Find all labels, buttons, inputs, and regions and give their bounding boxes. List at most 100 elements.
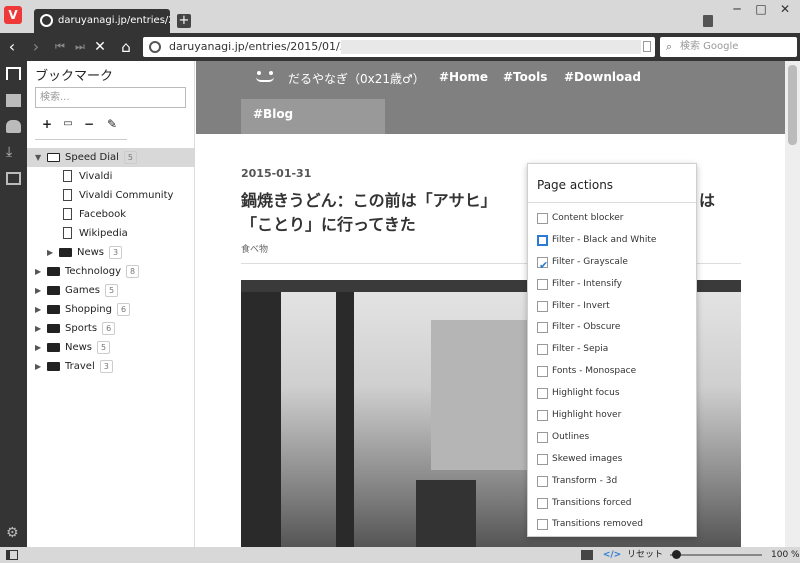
post-title-line-2[interactable]: 「ことり」に行ってきた xyxy=(241,211,416,235)
nav-blog-link[interactable]: #Blog (daruyanagi.jp) xyxy=(241,99,385,151)
bookmarks-panel-icon[interactable] xyxy=(6,67,21,80)
page-action-checkbox[interactable]: ✔ xyxy=(537,256,548,271)
page-action-item[interactable]: Filter - Sepia xyxy=(537,339,692,361)
search-placeholder[interactable]: 検索 Google xyxy=(680,37,738,57)
bookmark-row[interactable]: ▶ Travel 3 xyxy=(27,357,195,376)
page-action-item[interactable]: Skewed images xyxy=(537,449,692,471)
site-info-icon[interactable] xyxy=(149,41,161,53)
expand-caret-icon[interactable]: ▶ xyxy=(35,262,41,281)
page-action-checkbox[interactable] xyxy=(537,322,548,334)
page-actions-button[interactable]: </> xyxy=(602,547,622,563)
page-action-item[interactable]: Filter - Obscure xyxy=(537,317,692,339)
zoom-slider-track[interactable] xyxy=(670,554,762,556)
bookmark-label[interactable]: News 5 xyxy=(65,338,111,357)
page-action-checkbox[interactable] xyxy=(537,410,548,422)
nav-download-link[interactable]: #Download xyxy=(564,70,641,84)
page-action-checkbox[interactable] xyxy=(537,344,548,356)
zoom-slider-handle[interactable] xyxy=(672,550,681,559)
page-action-checkbox[interactable] xyxy=(537,366,548,378)
remove-bookmark-button[interactable]: − xyxy=(80,116,98,132)
bookmark-row[interactable]: ▶ Shopping 6 xyxy=(27,300,195,319)
page-action-checkbox[interactable] xyxy=(537,519,548,531)
bookmark-row[interactable]: ▶ News 5 xyxy=(27,338,195,357)
mail-panel-icon[interactable] xyxy=(6,94,21,107)
page-action-item[interactable]: Content blocker xyxy=(537,208,692,230)
vivaldi-menu-icon[interactable]: V xyxy=(4,6,22,24)
page-action-checkbox[interactable] xyxy=(537,497,548,509)
bookmark-row[interactable]: ▶ Technology 8 xyxy=(27,262,195,281)
expand-caret-icon[interactable]: ▶ xyxy=(47,243,53,262)
site-name-link[interactable]: だるやなぎ（0x21歳♂） xyxy=(288,70,425,87)
bookmark-label[interactable]: Technology 8 xyxy=(65,262,140,281)
page-action-checkbox[interactable] xyxy=(537,453,548,465)
rewind-icon[interactable]: ⏮ xyxy=(50,37,70,57)
page-scrollbar[interactable] xyxy=(785,61,800,547)
page-action-item[interactable]: Filter - Intensify xyxy=(537,274,692,296)
zoom-reset-button[interactable]: リセット xyxy=(627,547,663,563)
page-action-item[interactable]: Transitions forced xyxy=(537,493,692,515)
tab-active[interactable]: daruyanagi.jp/entries/2015/ xyxy=(34,9,170,33)
page-action-item[interactable]: Transform - 3d xyxy=(537,471,692,493)
post-title-tail[interactable]: は xyxy=(699,187,715,211)
settings-gear-icon[interactable]: ⚙ xyxy=(6,526,21,540)
page-action-checkbox[interactable] xyxy=(537,213,548,224)
nav-home-link[interactable]: #Home xyxy=(439,70,488,84)
post-category-link[interactable]: 食べ物 xyxy=(241,242,268,255)
page-action-item[interactable]: Transitions removed xyxy=(537,514,692,536)
window-maximize-button[interactable]: □ xyxy=(748,2,774,16)
page-action-item[interactable]: Outlines xyxy=(537,427,692,449)
scrollbar-thumb[interactable] xyxy=(788,65,797,145)
expand-caret-icon[interactable]: ▶ xyxy=(35,338,41,357)
fast-forward-icon[interactable]: ⏭ xyxy=(70,37,90,57)
toggle-panel-icon[interactable] xyxy=(6,550,18,560)
notes-panel-icon[interactable] xyxy=(6,172,21,185)
expand-caret-icon[interactable]: ▶ xyxy=(35,300,41,319)
expand-caret-icon[interactable]: ▶ xyxy=(35,281,41,300)
bookmark-label[interactable]: Facebook xyxy=(79,205,126,224)
new-tab-button[interactable]: + xyxy=(177,14,191,28)
bookmark-search-input[interactable]: 検索... xyxy=(35,87,186,108)
new-folder-button[interactable]: ▭ xyxy=(59,116,77,132)
page-action-checkbox[interactable] xyxy=(537,388,548,400)
bookmark-row[interactable]: Vivaldi Community xyxy=(27,186,195,205)
collapse-caret-icon[interactable]: ▼ xyxy=(35,148,41,167)
nav-tools-link[interactable]: #Tools xyxy=(503,70,547,84)
page-action-item[interactable]: Filter - Invert xyxy=(537,296,692,318)
forward-icon[interactable]: › xyxy=(26,37,46,57)
bookmark-label[interactable]: Shopping 6 xyxy=(65,300,131,319)
url-text[interactable]: daruyanagi.jp/entries/2015/01/31 xyxy=(169,37,354,57)
page-action-item[interactable]: Fonts - Monospace xyxy=(537,361,692,383)
add-bookmark-button[interactable]: + xyxy=(38,116,56,132)
bookmark-label[interactable]: Vivaldi xyxy=(79,167,112,186)
page-action-item[interactable]: Filter - Black and White xyxy=(537,230,692,252)
bookmark-label[interactable]: Games 5 xyxy=(65,281,119,300)
site-logo-icon[interactable] xyxy=(254,69,276,83)
bookmark-row[interactable]: Wikipedia xyxy=(27,224,195,243)
images-toggle-icon[interactable] xyxy=(581,550,593,560)
page-action-item[interactable]: Highlight focus xyxy=(537,383,692,405)
window-minimize-button[interactable]: ─ xyxy=(724,2,750,16)
bookmark-label[interactable]: Sports 6 xyxy=(65,319,116,338)
home-icon[interactable]: ⌂ xyxy=(116,37,136,57)
bookmark-row[interactable]: ▶ Sports 6 xyxy=(27,319,195,338)
page-action-checkbox[interactable] xyxy=(537,278,548,290)
bookmark-row[interactable]: Facebook xyxy=(27,205,195,224)
stop-icon[interactable]: ✕ xyxy=(90,37,110,57)
page-action-item[interactable]: Highlight hover xyxy=(537,405,692,427)
bookmark-label[interactable]: News 3 xyxy=(77,243,123,262)
downloads-panel-icon[interactable]: ⤓ xyxy=(6,145,22,159)
search-field[interactable]: ⌕ 検索 Google xyxy=(660,37,797,57)
bookmark-label[interactable]: Travel 3 xyxy=(65,357,113,376)
back-icon[interactable]: ‹ xyxy=(2,37,22,57)
bookmark-label[interactable]: Wikipedia xyxy=(79,224,128,243)
expand-caret-icon[interactable]: ▶ xyxy=(35,319,41,338)
url-field[interactable]: daruyanagi.jp/entries/2015/01/31 xyxy=(143,37,655,57)
bookmark-row[interactable]: ▼ Speed Dial 5 xyxy=(27,148,195,167)
bookmark-row[interactable]: Vivaldi xyxy=(27,167,195,186)
window-close-button[interactable]: ✕ xyxy=(772,2,798,16)
bookmark-row[interactable]: ▶ Games 5 xyxy=(27,281,195,300)
contacts-panel-icon[interactable] xyxy=(6,120,21,133)
expand-caret-icon[interactable]: ▶ xyxy=(35,357,41,376)
page-action-item[interactable]: ✔ Filter - Grayscale xyxy=(537,252,692,274)
bookmark-row[interactable]: ▶ News 3 xyxy=(27,243,195,262)
